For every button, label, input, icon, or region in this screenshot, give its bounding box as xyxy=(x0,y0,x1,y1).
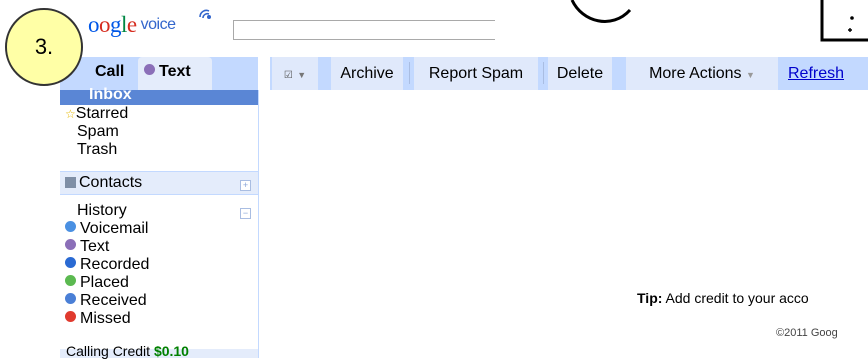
sidebar-item-text[interactable]: Text xyxy=(65,238,109,256)
missed-icon xyxy=(65,311,76,322)
contacts-expand-toggle[interactable]: + xyxy=(240,180,251,191)
contacts-icon xyxy=(65,177,76,188)
calling-credit-label: Calling Credit xyxy=(66,343,151,359)
sidebar-item-received-label: Received xyxy=(80,292,147,309)
tip-message: Tip: Add credit to your acco xyxy=(637,290,809,306)
logo-product: voice xyxy=(140,16,176,33)
sidebar-item-received[interactable]: Received xyxy=(65,292,147,310)
doodle-illustration xyxy=(570,0,868,42)
voicemail-icon xyxy=(65,221,76,232)
sidebar-item-trash[interactable]: Trash xyxy=(77,141,117,159)
tip-text: Add credit to your acco xyxy=(665,290,809,306)
search-input[interactable] xyxy=(233,20,495,40)
chevron-down-icon: ▼ xyxy=(297,70,307,80)
logo-text: oogle xyxy=(88,12,137,37)
sidebar-item-missed[interactable]: Missed xyxy=(65,310,131,328)
sidebar-item-history[interactable]: History xyxy=(77,202,127,220)
history-collapse-toggle[interactable]: − xyxy=(240,208,251,219)
sidebar-item-inbox-label[interactable]: Inbox xyxy=(89,86,132,104)
tab-text-label: Text xyxy=(159,63,191,80)
sidebar-item-placed-label: Placed xyxy=(80,274,129,291)
recorded-icon xyxy=(65,257,76,268)
select-dropdown-button[interactable]: ☑ ▼ xyxy=(272,57,318,90)
chevron-down-icon: ▼ xyxy=(746,70,755,80)
sidebar-item-text-label: Text xyxy=(80,238,110,255)
sidebar-item-starred[interactable]: ☆Starred xyxy=(65,105,128,123)
report-spam-button[interactable]: Report Spam xyxy=(414,57,538,90)
sidebar-item-starred-label: Starred xyxy=(75,105,129,122)
google-voice-logo[interactable]: oogle voice xyxy=(88,12,176,38)
sidebar-item-voicemail-label: Voicemail xyxy=(80,220,149,237)
sidebar-item-spam[interactable]: Spam xyxy=(77,123,119,141)
star-icon: ☆ xyxy=(65,107,76,121)
sidebar-item-contacts[interactable]: Contacts xyxy=(65,174,142,192)
calling-credit: Calling Credit $0.10 xyxy=(66,343,189,359)
toolbar-divider xyxy=(543,62,544,84)
copyright-text: ©2011 Goog xyxy=(776,327,838,339)
text-icon xyxy=(144,64,155,75)
tab-call[interactable]: Call xyxy=(95,63,124,81)
refresh-link[interactable]: Refresh xyxy=(788,57,844,90)
sidebar-item-voicemail[interactable]: Voicemail xyxy=(65,220,148,238)
more-actions-dropdown[interactable]: More Actions ▼ xyxy=(626,57,778,90)
archive-button[interactable]: Archive xyxy=(331,57,403,90)
sidebar-item-missed-label: Missed xyxy=(80,310,131,327)
step-number-badge: 3. xyxy=(5,8,83,86)
checkbox-icon: ☑ xyxy=(283,70,293,81)
phone-icon xyxy=(199,9,211,19)
more-actions-label: More Actions xyxy=(649,65,742,82)
calling-credit-amount: $0.10 xyxy=(153,343,189,359)
tab-text[interactable]: Text xyxy=(138,57,212,90)
step-number-label: 3. xyxy=(34,34,54,59)
tip-label: Tip: xyxy=(637,290,663,306)
sidebar-item-recorded[interactable]: Recorded xyxy=(65,256,149,274)
text-icon xyxy=(65,239,76,250)
toolbar-divider xyxy=(409,62,410,84)
sidebar-item-placed[interactable]: Placed xyxy=(65,274,129,292)
sidebar-item-recorded-label: Recorded xyxy=(80,256,150,273)
received-icon xyxy=(65,293,76,304)
delete-button[interactable]: Delete xyxy=(548,57,612,90)
sidebar-item-contacts-label: Contacts xyxy=(79,174,143,191)
placed-icon xyxy=(65,275,76,286)
